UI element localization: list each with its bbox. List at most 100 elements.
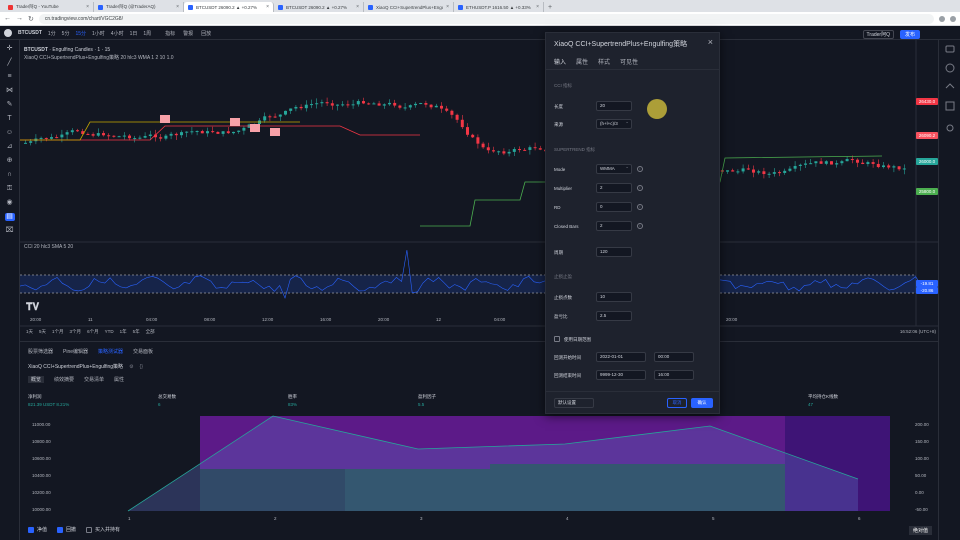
alert-icon[interactable] xyxy=(945,63,955,73)
toolbar-item[interactable]: 警报 xyxy=(183,30,193,37)
date-range-checkbox[interactable] xyxy=(554,336,560,342)
chart-canvas[interactable] xyxy=(19,40,938,340)
close-tab-icon[interactable]: × xyxy=(86,4,89,10)
checkbox[interactable] xyxy=(86,526,93,533)
performance-option[interactable]: 买入并持有 xyxy=(86,526,120,533)
symbol-search[interactable]: BTCUSDT xyxy=(18,30,42,36)
browser-tab[interactable]: Trader阿Q (@TraderAQ) × xyxy=(94,2,184,12)
defaults-dropdown[interactable]: 默认设置 xyxy=(554,398,594,408)
info-icon[interactable]: i xyxy=(637,223,643,229)
interval-option[interactable]: 1小时 xyxy=(92,30,105,37)
publish-button[interactable]: 发布 xyxy=(899,30,920,39)
performance-option[interactable]: 回撤 xyxy=(57,526,76,533)
watchlist-icon[interactable] xyxy=(945,45,955,53)
time-range-option[interactable]: 6个月 xyxy=(87,329,99,335)
checkbox[interactable] xyxy=(57,526,64,533)
info-icon[interactable]: i xyxy=(637,166,643,172)
strategy-name[interactable]: XiaoQ CCI+SupertrendPlus+Engulfing策略 xyxy=(28,363,123,370)
toolbar-item[interactable]: 回放 xyxy=(201,30,211,37)
source-icon[interactable]: {} xyxy=(140,364,143,370)
text-icon[interactable]: T xyxy=(5,115,15,123)
ok-button[interactable]: 确认 xyxy=(691,398,713,408)
bottom-tab[interactable]: Pine编辑器 xyxy=(63,348,88,355)
time-range-option[interactable]: 3个月 xyxy=(70,329,82,335)
close-tab-icon[interactable]: × xyxy=(356,4,359,10)
rr-ratio-input[interactable]: 2.5 xyxy=(596,311,632,321)
user-avatar[interactable] xyxy=(4,29,12,37)
time-range-option[interactable]: 1年 xyxy=(120,329,127,335)
ruler-icon[interactable]: ⊿ xyxy=(5,143,15,151)
interval-option[interactable]: 1周 xyxy=(143,30,151,37)
cancel-button[interactable]: 取消 xyxy=(667,398,687,408)
price-chart[interactable]: BTCUSDT · Engulfing Candles · 1 · 15 Xia… xyxy=(19,40,938,340)
close-tab-icon[interactable]: × xyxy=(446,4,449,10)
interval-option[interactable]: 1日 xyxy=(130,30,138,37)
crosshair-icon[interactable]: ✛ xyxy=(5,45,15,53)
fib-icon[interactable]: ≡ xyxy=(5,73,15,81)
bottom-tab[interactable]: 股票筛选器 xyxy=(28,348,53,355)
info-icon[interactable]: i xyxy=(637,204,643,210)
start-time-input[interactable]: 00:00 xyxy=(654,352,694,362)
browser-tab[interactable]: BTCUSDT 26090.2 ▲ +0.27% × xyxy=(274,2,364,12)
closed-bars-input[interactable]: 2 xyxy=(596,221,632,231)
strategy-subtab[interactable]: 交易清单 xyxy=(84,376,104,383)
trash-icon[interactable]: ⌧ xyxy=(5,227,15,235)
browser-tab[interactable]: ETHUSDT.P 1616.50 ▲ +0.33% × xyxy=(454,2,544,12)
cci-source-select[interactable]: (h+l+c)/3 xyxy=(596,118,632,129)
close-icon[interactable]: × xyxy=(708,37,713,47)
brush-icon[interactable]: ✎ xyxy=(5,101,15,109)
interval-option[interactable]: 4小时 xyxy=(111,30,124,37)
absolute-toggle[interactable]: 绝对值 xyxy=(908,526,932,535)
multiplier-input[interactable]: 2 xyxy=(596,183,632,193)
time-range-option[interactable]: 5天 xyxy=(39,329,46,335)
favorites-icon[interactable]: ▤ xyxy=(4,213,15,221)
stop-points-input[interactable]: 10 xyxy=(596,292,632,302)
mode-select[interactable]: WMMA xyxy=(596,163,632,174)
toolbar-item[interactable]: 指标 xyxy=(165,30,175,37)
checkbox[interactable] xyxy=(28,526,34,533)
browser-tab[interactable]: Trader阿Q - YouTube × xyxy=(4,2,94,12)
performance-option[interactable]: 净值 xyxy=(28,526,47,533)
time-range-option[interactable]: 全部 xyxy=(146,329,155,335)
browser-tab[interactable]: BTCUSDT 26090.2 ▲ +0.27% × xyxy=(184,2,274,12)
eye-icon[interactable]: ◉ xyxy=(5,199,15,207)
period-input[interactable]: 120 xyxy=(596,247,632,257)
strategy-subtab[interactable]: 绩效摘要 xyxy=(54,376,74,383)
cci-legend-text[interactable]: CCI 20 hlc3 SMA 5 20 xyxy=(24,243,73,251)
interval-option[interactable]: 1分 xyxy=(48,30,56,37)
icons-icon[interactable]: ☺ xyxy=(5,129,15,137)
rd-input[interactable]: 0 xyxy=(596,202,632,212)
bottom-tab[interactable]: 策略测试器 xyxy=(98,348,123,355)
interval-option[interactable]: 5分 xyxy=(62,30,70,37)
forward-icon[interactable]: → xyxy=(16,15,23,22)
new-tab-icon[interactable]: + xyxy=(544,2,556,12)
zoom-icon[interactable]: ⊕ xyxy=(5,157,15,165)
trendline-icon[interactable]: ╱ xyxy=(5,59,15,67)
close-tab-icon[interactable]: × xyxy=(536,4,539,10)
profile-avatar[interactable] xyxy=(950,15,956,22)
strategy-subtab[interactable]: 属性 xyxy=(114,376,124,383)
extension-icon[interactable] xyxy=(939,15,945,22)
calendar-icon[interactable] xyxy=(945,101,955,111)
ideas-icon[interactable] xyxy=(945,83,955,89)
cci-length-input[interactable]: 20 xyxy=(596,101,632,111)
legend-strategy[interactable]: XiaoQ CCI+SupertrendPlus+Engulfing策略 20 … xyxy=(24,54,174,62)
close-tab-icon[interactable]: × xyxy=(176,4,179,10)
browser-tab[interactable]: XiaoQ CCI+SupertrendPlus+Engulfing× xyxy=(364,2,454,12)
time-range-option[interactable]: 5年 xyxy=(133,329,140,335)
lock-icon[interactable]: ⚿ xyxy=(5,185,15,193)
reload-icon[interactable]: ↻ xyxy=(28,15,34,23)
back-icon[interactable]: ← xyxy=(4,15,11,22)
time-range-option[interactable]: YTD xyxy=(105,329,114,335)
end-time-input[interactable]: 16:00 xyxy=(654,370,694,380)
time-range-option[interactable]: 1个月 xyxy=(52,329,64,335)
url-field[interactable]: cn.tradingview.com/chart/VGC2G8/ xyxy=(38,13,934,24)
settings-icon[interactable]: ⚙ xyxy=(129,364,133,370)
info-icon[interactable]: i xyxy=(637,185,643,191)
close-tab-icon[interactable]: × xyxy=(266,4,269,10)
interval-option[interactable]: 15分 xyxy=(75,30,86,37)
start-date-input[interactable]: 2022-01-01 xyxy=(596,352,646,362)
layout-name[interactable]: Trader阿Q xyxy=(862,30,894,39)
end-date-input[interactable]: 9999-12-30 xyxy=(596,370,646,380)
bottom-tab[interactable]: 交易面板 xyxy=(133,348,153,355)
